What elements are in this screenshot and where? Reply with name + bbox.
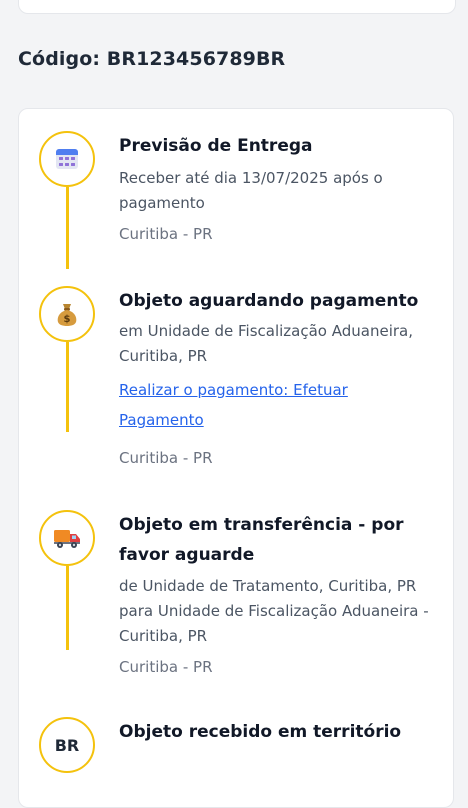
money-bag-icon: $ xyxy=(39,286,95,342)
event-description: Receber até dia 13/07/2025 após o pagame… xyxy=(119,169,383,212)
event-title: Objeto aguardando pagamento xyxy=(119,291,419,311)
tracking-code-title: Código: BR123456789BR xyxy=(18,48,286,70)
svg-text:$: $ xyxy=(64,314,71,325)
event-location: Curitiba - PR xyxy=(119,449,213,467)
event-location: Curitiba - PR xyxy=(119,658,213,676)
pay-now-link[interactable]: Realizar o pagamento: Efetuar Pagamento xyxy=(119,375,431,435)
timeline-connector xyxy=(66,187,69,269)
event-description: de Unidade de Tratamento, Curitiba, PR p… xyxy=(119,577,429,645)
event-icon-text: BR xyxy=(54,735,80,755)
event-title: Objeto recebido em território xyxy=(119,722,402,742)
event-description: em Unidade de Fiscalização Aduaneira, Cu… xyxy=(119,322,414,365)
tracking-timeline: Previsão de Entrega Receber até dia 13/0… xyxy=(18,108,454,808)
brazil-flag-icon: BR xyxy=(39,717,95,773)
event-title: Previsão de Entrega xyxy=(119,136,313,156)
calendar-icon xyxy=(39,131,95,187)
timeline-connector xyxy=(66,566,69,650)
event-title: Objeto em transferência - por favor agua… xyxy=(119,515,404,565)
timeline-connector xyxy=(66,342,69,432)
delivery-truck-icon xyxy=(39,510,95,566)
event-location: Curitiba - PR xyxy=(119,225,213,243)
previous-card xyxy=(18,0,456,14)
